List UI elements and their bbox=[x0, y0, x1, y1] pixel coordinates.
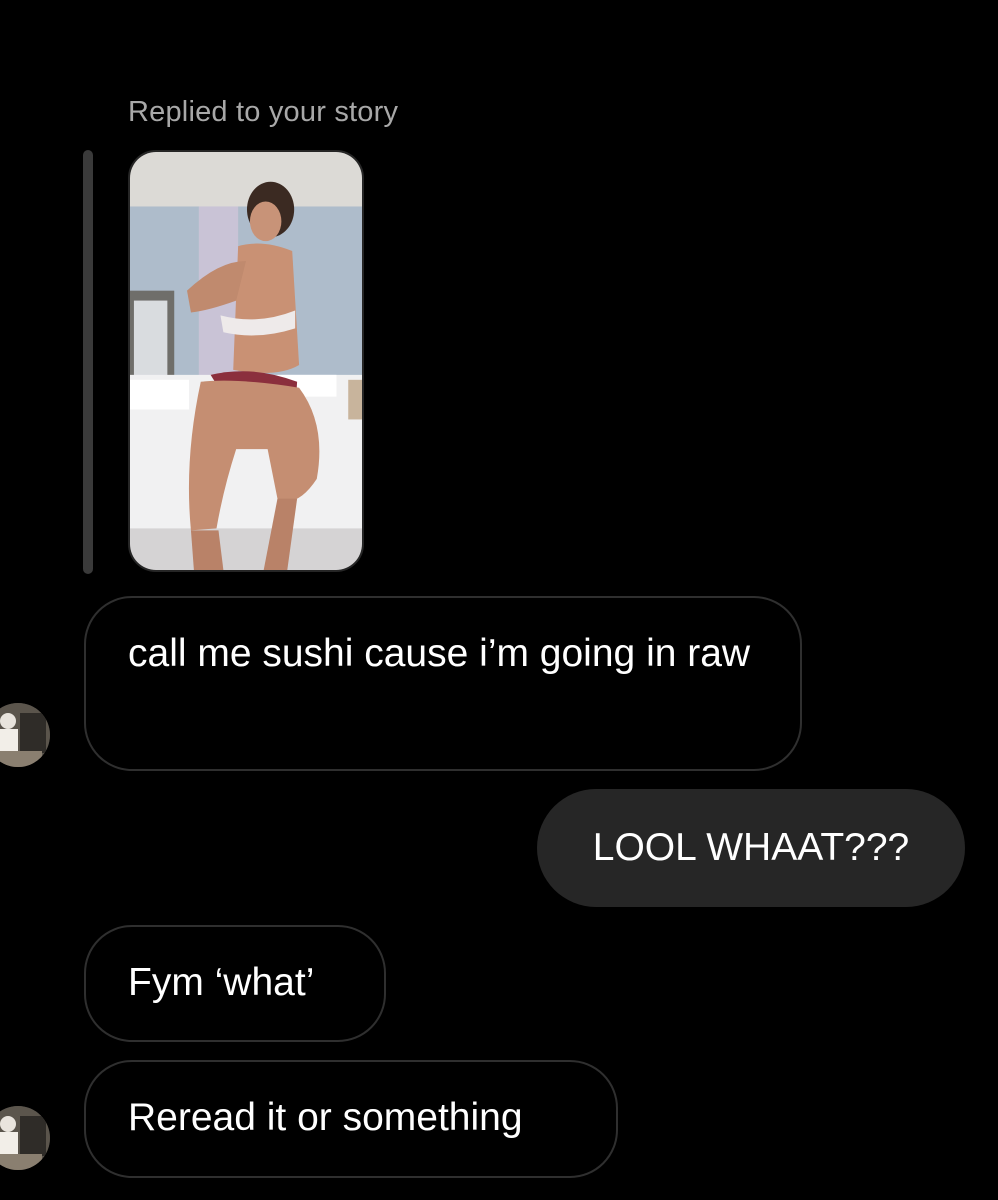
story-reply-bar bbox=[83, 150, 93, 574]
story-reply-caption: Replied to your story bbox=[128, 96, 399, 128]
message-incoming-2[interactable]: Fym ‘what’ bbox=[84, 925, 386, 1042]
message-incoming-1[interactable]: call me sushi cause i’m going in raw bbox=[84, 596, 802, 771]
sender-avatar[interactable] bbox=[0, 1106, 50, 1170]
message-incoming-3[interactable]: Reread it or something bbox=[84, 1060, 618, 1178]
message-outgoing-1[interactable]: LOOL WHAAT??? bbox=[537, 789, 965, 907]
avatar-photo-icon bbox=[0, 1106, 50, 1170]
story-photo-image bbox=[130, 152, 362, 570]
avatar-photo-icon bbox=[0, 703, 50, 767]
sender-avatar[interactable] bbox=[0, 703, 50, 767]
story-thumbnail[interactable] bbox=[128, 150, 364, 572]
